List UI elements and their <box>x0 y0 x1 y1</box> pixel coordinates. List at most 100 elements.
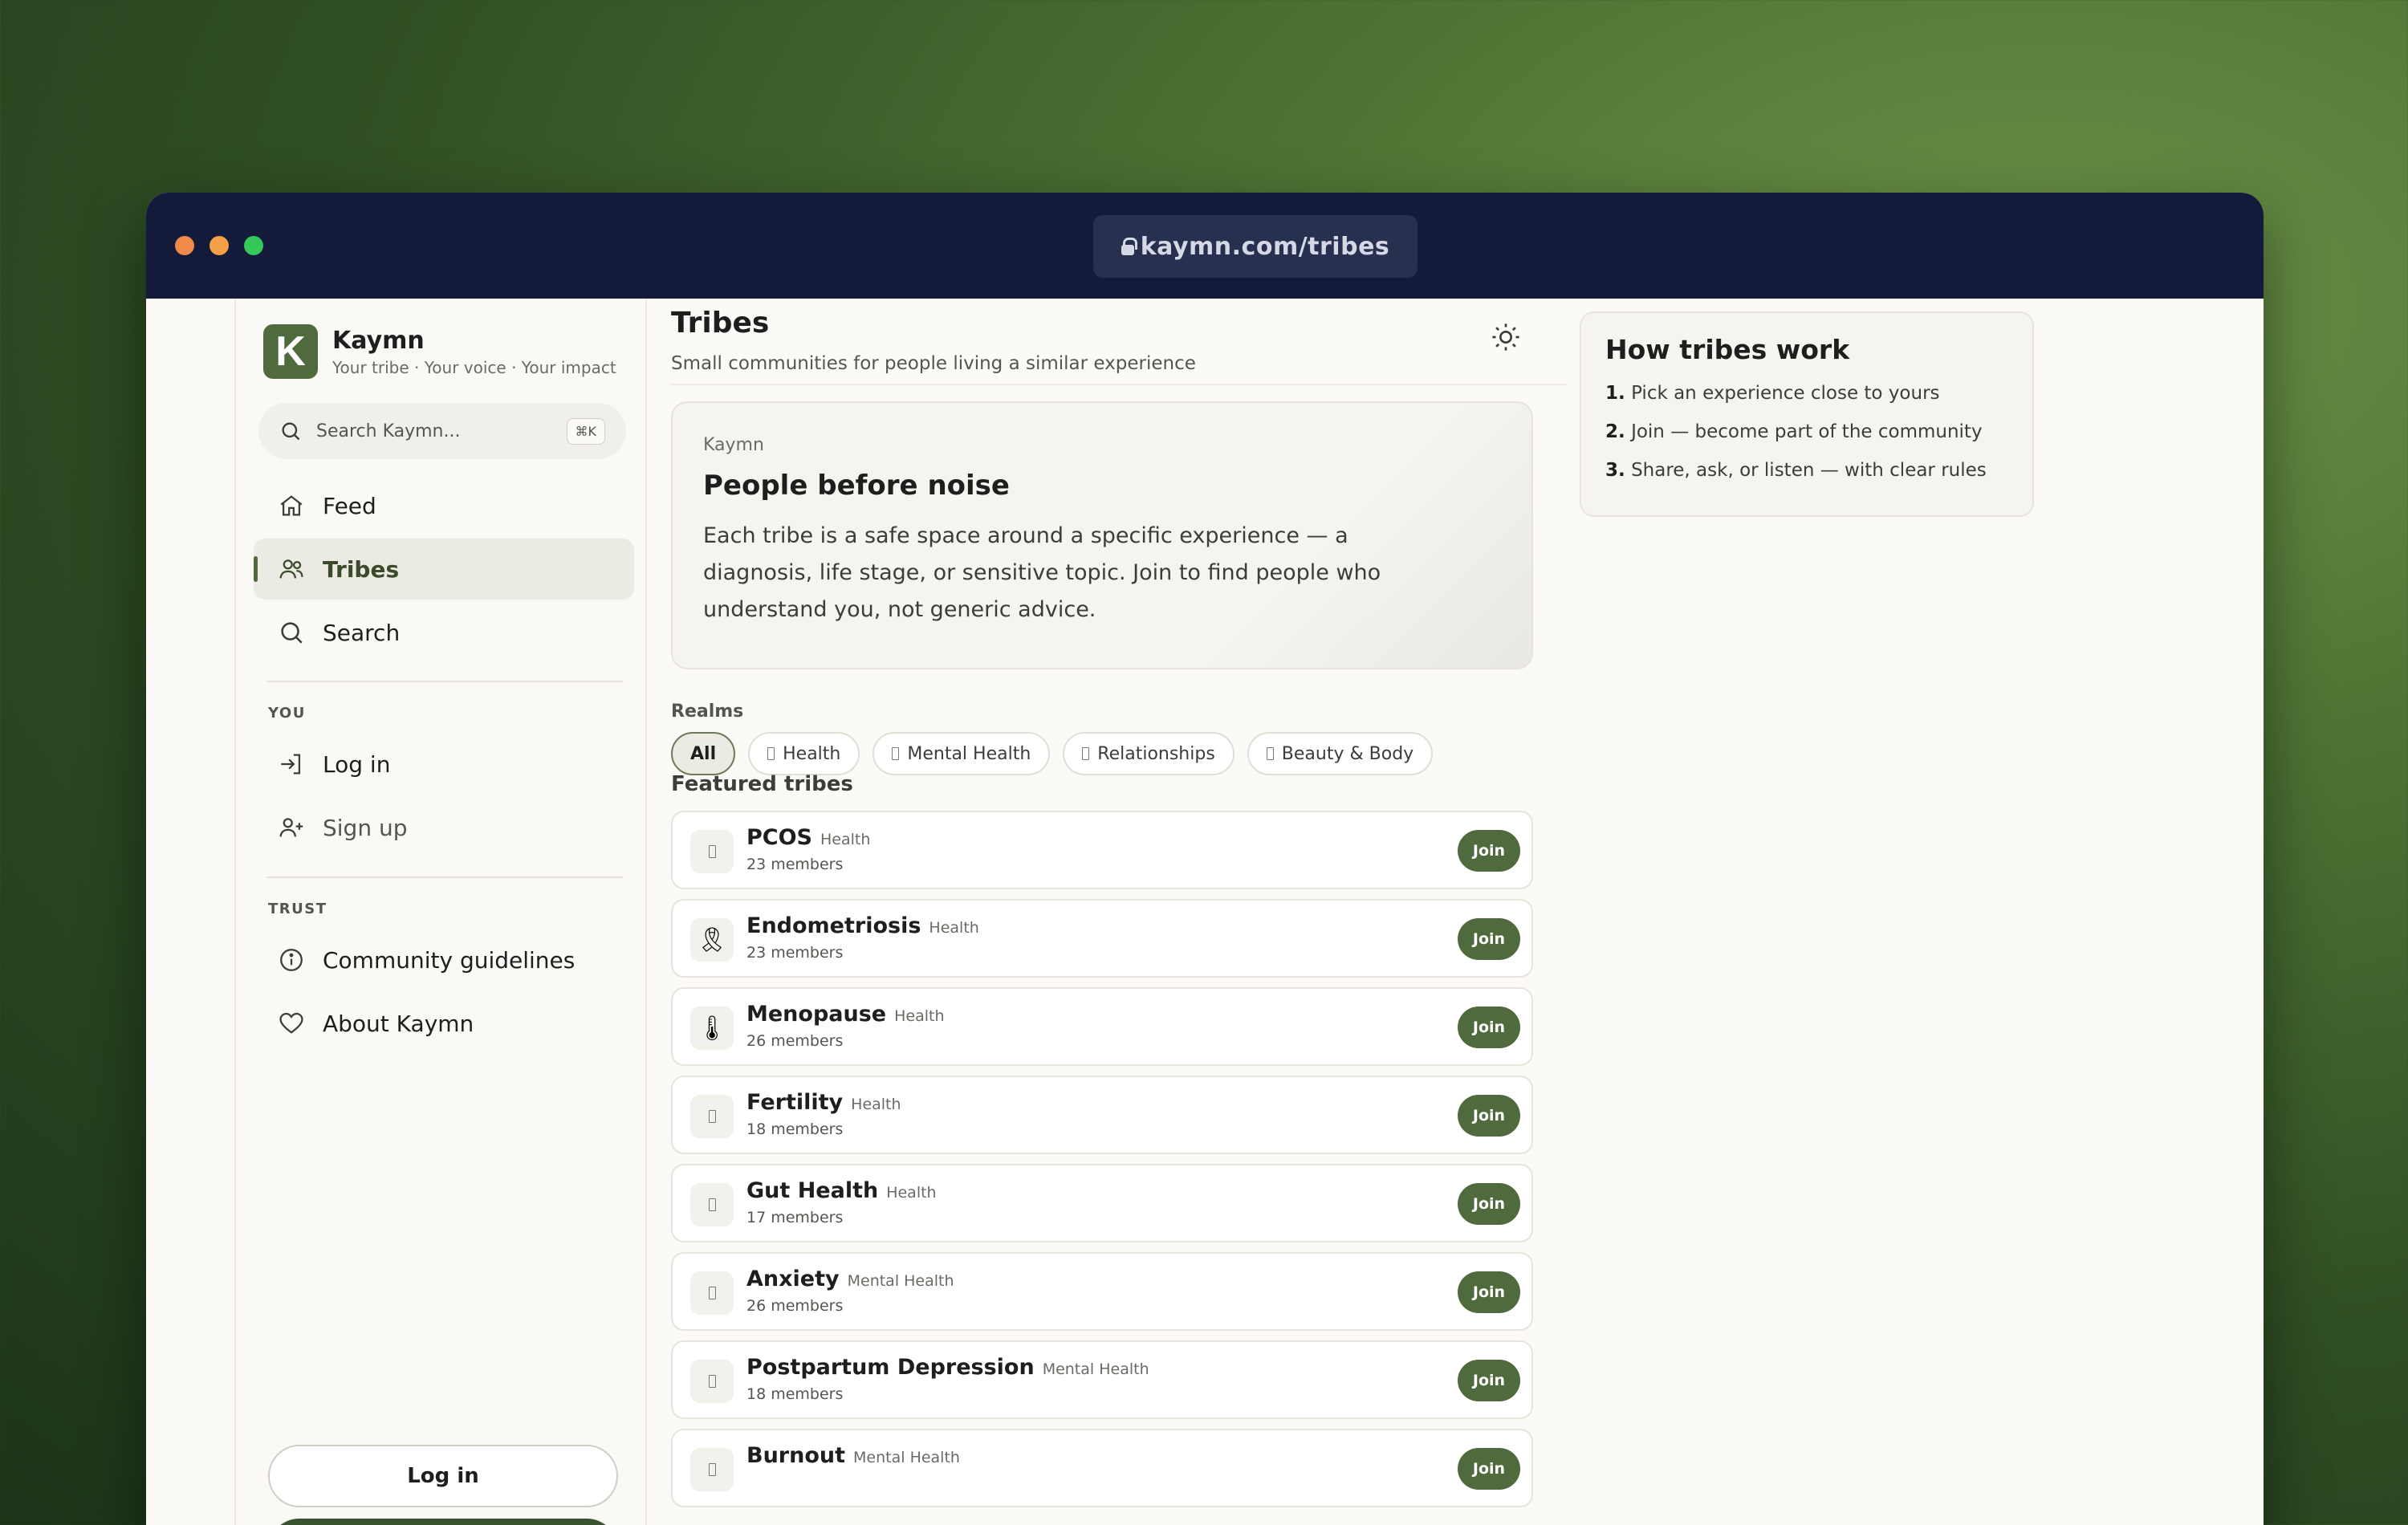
user-plus-icon <box>279 818 303 837</box>
chip-label: Beauty & Body <box>1281 743 1414 764</box>
tribe-realm: Mental Health <box>1042 1360 1149 1378</box>
tribe-realm: Mental Health <box>853 1449 960 1466</box>
log-in-button[interactable]: Log in <box>268 1445 618 1507</box>
chip-label: Mental Health <box>907 743 1031 764</box>
how-step-1: 1. Pick an experience close to yours <box>1605 383 2008 404</box>
home-icon <box>280 495 303 516</box>
tribe-name: Anxiety <box>746 1267 840 1291</box>
section-label-you: YOU <box>268 705 306 722</box>
search-shortcut: ⌘K <box>566 417 605 445</box>
thermometer-icon: 🌡 <box>690 1007 734 1050</box>
search-icon <box>282 422 300 441</box>
brand[interactable]: K Kaymn Your tribe · Your voice · Your i… <box>263 324 616 379</box>
tribe-card-gut-health[interactable]: Gut Health Health 17 members Join <box>671 1164 1533 1242</box>
sidebar-item-feed[interactable]: Feed <box>254 475 634 536</box>
tribe-card-anxiety[interactable]: Anxiety Mental Health 26 members Join <box>671 1252 1533 1331</box>
realm-chip-beauty-body[interactable]: Beauty & Body <box>1247 732 1434 775</box>
tribe-card-menopause[interactable]: 🌡 Menopause Health 26 members Join <box>671 987 1533 1066</box>
join-button[interactable]: Join <box>1458 1007 1520 1048</box>
how-step-3: 3. Share, ask, or listen — with clear ru… <box>1605 460 2008 481</box>
search-input[interactable]: Search Kaymn... ⌘K <box>258 403 626 459</box>
join-button[interactable]: Join <box>1458 1183 1520 1225</box>
step-number: 3. <box>1605 460 1625 481</box>
realm-chip-all[interactable]: All <box>671 732 736 775</box>
login-icon <box>281 754 301 775</box>
sidebar-item-tribes[interactable]: Tribes <box>254 539 634 600</box>
tribe-member-count: 23 members <box>746 944 844 962</box>
tribe-member-count: 18 members <box>746 1385 844 1403</box>
sidebar: K Kaymn Your tribe · Your voice · Your i… <box>234 299 647 1525</box>
realm-chip-mental-health[interactable]: Mental Health <box>872 732 1051 775</box>
join-button[interactable]: Join <box>1458 918 1520 960</box>
join-button[interactable]: Join <box>1458 830 1520 872</box>
realm-chip-health[interactable]: Health <box>748 732 860 775</box>
sidebar-item-sign-up[interactable]: Sign up <box>254 797 634 858</box>
tribe-icon <box>690 830 734 873</box>
tribe-icon <box>690 1360 734 1403</box>
brand-tagline: Your tribe · Your voice · Your impact <box>332 357 616 377</box>
page-title: Tribes <box>671 307 770 340</box>
sidebar-item-label: Search <box>323 619 401 646</box>
brand-name: Kaymn <box>332 326 425 355</box>
page-subtitle: Small communities for people living a si… <box>671 353 1196 374</box>
tribe-realm: Health <box>929 919 979 937</box>
join-button[interactable]: Join <box>1458 1271 1520 1313</box>
sign-up-button[interactable] <box>268 1519 618 1525</box>
realm-chip-relationships[interactable]: Relationships <box>1063 732 1235 775</box>
tribe-realm: Health <box>886 1184 937 1202</box>
chip-label: Relationships <box>1097 743 1215 764</box>
featured-tribes-label: Featured tribes <box>671 772 853 796</box>
step-text: Pick an experience close to yours <box>1631 383 1940 404</box>
hero-card: Kaymn People before noise Each tribe is … <box>671 401 1533 669</box>
minimize-window-button[interactable] <box>209 236 229 255</box>
lock-icon <box>1121 238 1137 255</box>
sidebar-item-community-guidelines[interactable]: Community guidelines <box>254 929 634 990</box>
tribe-card-burnout[interactable]: Burnout Mental Health Join <box>671 1429 1533 1507</box>
sidebar-divider <box>266 876 623 878</box>
tribe-member-count: 26 members <box>746 1297 844 1315</box>
tribe-member-count: 18 members <box>746 1120 844 1138</box>
chip-label: Health <box>783 743 841 764</box>
tribe-card-postpartum-depression[interactable]: Postpartum Depression Mental Health 18 me… <box>671 1340 1533 1419</box>
join-button[interactable]: Join <box>1458 1095 1520 1137</box>
realm-icon <box>767 747 775 760</box>
info-icon <box>280 949 303 971</box>
join-button[interactable]: Join <box>1458 1360 1520 1401</box>
tribe-member-count: 17 members <box>746 1209 844 1226</box>
tribe-name: Endometriosis <box>746 913 921 938</box>
how-step-2: 2. Join — become part of the community <box>1605 421 2008 442</box>
users-icon <box>279 559 303 579</box>
sun-icon[interactable] <box>1490 321 1522 353</box>
step-number: 2. <box>1605 421 1625 442</box>
tribe-card-endometriosis[interactable]: 🎗 Endometriosis Health 23 members Join <box>671 899 1533 978</box>
address-bar-url: kaymn.com/tribes <box>1140 232 1390 261</box>
search-icon <box>281 622 303 644</box>
sidebar-item-log-in[interactable]: Log in <box>254 734 634 795</box>
step-text: Join — become part of the community <box>1631 421 1983 442</box>
maximize-window-button[interactable] <box>244 236 263 255</box>
tribe-realm: Mental Health <box>847 1272 954 1290</box>
sidebar-item-search[interactable]: Search <box>254 602 634 663</box>
close-window-button[interactable] <box>175 236 194 255</box>
browser-titlebar: kaymn.com/tribes <box>146 193 2264 299</box>
sidebar-item-about-kaymn[interactable]: About Kaymn <box>254 993 634 1054</box>
tribe-icon <box>690 1183 734 1226</box>
step-text: Share, ask, or listen — with clear rules <box>1631 460 1987 481</box>
address-bar[interactable]: kaymn.com/tribes <box>1093 215 1418 278</box>
realm-icon <box>1082 747 1090 760</box>
sidebar-item-label: Tribes <box>323 555 400 583</box>
realms-label: Realms <box>671 702 744 722</box>
tribe-name: Postpartum Depression <box>746 1355 1035 1380</box>
step-number: 1. <box>1605 383 1625 404</box>
tribe-realm: Health <box>851 1096 901 1113</box>
browser-window: kaymn.com/tribes K Kaymn Your tribe · Yo… <box>146 193 2264 1525</box>
kaymn-logo: K <box>263 324 318 379</box>
how-tribes-work-card: How tribes work 1. Pick an experience cl… <box>1580 311 2034 517</box>
tribe-card-pcos[interactable]: PCOS Health 23 members Join <box>671 811 1533 889</box>
window-controls <box>175 236 263 255</box>
join-button[interactable]: Join <box>1458 1448 1520 1490</box>
tribe-card-fertility[interactable]: Fertility Health 18 members Join <box>671 1076 1533 1154</box>
app-content: K Kaymn Your tribe · Your voice · Your i… <box>146 299 2264 1525</box>
tribe-icon <box>690 1095 734 1138</box>
chip-label: All <box>690 743 717 764</box>
